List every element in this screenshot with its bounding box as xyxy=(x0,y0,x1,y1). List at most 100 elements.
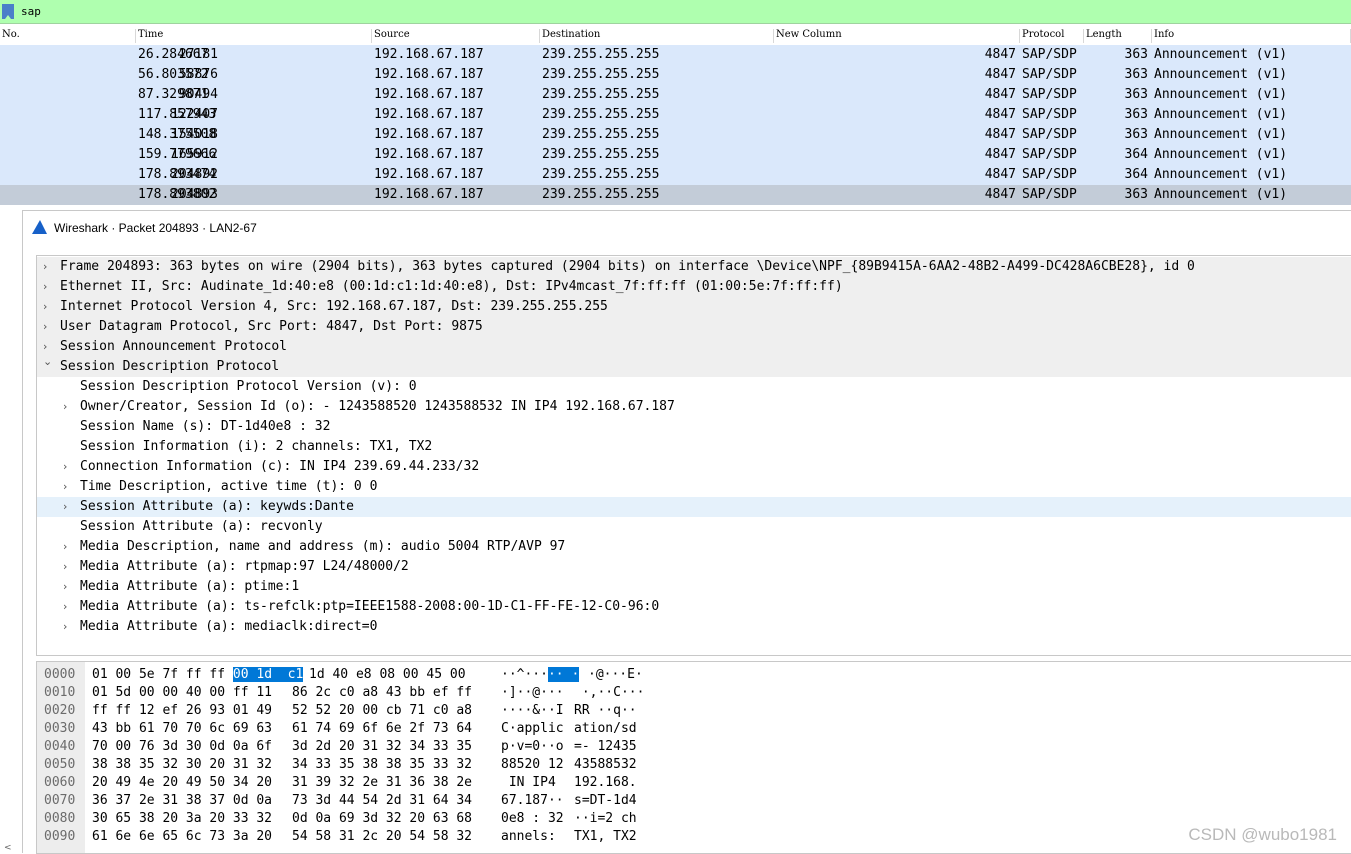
ascii-right[interactable]: 192.168. xyxy=(574,775,637,790)
hex-bytes-left[interactable]: 36 37 2e 31 38 37 0d 0a xyxy=(92,793,272,808)
chevron-down-icon[interactable]: ⌄ xyxy=(43,355,52,368)
packet-details-tree[interactable]: › Frame 204893: 363 bytes on wire (2904 b… xyxy=(36,255,1351,656)
hex-bytes-right[interactable]: 54 58 31 2c 20 54 58 32 xyxy=(292,829,472,844)
ascii-right[interactable]: ·@···E· xyxy=(588,667,643,682)
packet-row[interactable]: 122407 117.857943 192.168.67.187 239.255.25… xyxy=(0,105,1351,125)
tree-item[interactable]: › Media Attribute (a): rtpmap:97 L24/4800… xyxy=(37,557,1351,577)
ascii-left[interactable]: ··^····· · xyxy=(501,667,580,682)
hex-bytes[interactable]: 01 5d 00 00 40 00 ff 11 xyxy=(92,685,272,700)
hex-bytes-right[interactable]: 34 33 35 38 38 35 33 32 xyxy=(292,757,472,772)
chevron-right-icon[interactable]: › xyxy=(63,580,67,593)
chevron-right-icon[interactable]: › xyxy=(63,560,67,573)
hex-bytes[interactable]: 30 65 38 20 3a 20 33 32 xyxy=(92,811,272,826)
ascii-text[interactable]: annels: xyxy=(501,829,564,844)
chevron-right-icon[interactable]: › xyxy=(63,540,67,553)
chevron-right-icon[interactable]: › xyxy=(43,340,47,353)
bookmark-icon[interactable] xyxy=(2,4,14,19)
hex-bytes-left[interactable]: 30 65 38 20 3a 20 33 32 xyxy=(92,811,272,826)
hex-bytes-right[interactable]: 61 74 69 6f 6e 2f 73 64 xyxy=(292,721,472,736)
tree-item[interactable]: › Media Attribute (a): mediaclk:direct=0 xyxy=(37,617,1351,637)
ascii-right[interactable]: 43588532 xyxy=(574,757,637,772)
chevron-right-icon[interactable]: › xyxy=(63,600,67,613)
hex-bytes[interactable]: ff ff 12 ef 26 93 01 49 xyxy=(92,703,272,718)
ascii-text[interactable]: 0e8 : 32 xyxy=(501,811,564,826)
column-header[interactable]: Source xyxy=(372,29,540,43)
tree-item[interactable]: › Time Description, active time (t): 0 0 xyxy=(37,477,1351,497)
hex-bytes[interactable]: 36 37 2e 31 38 37 0d 0a xyxy=(92,793,272,808)
hex-bytes-right[interactable]: 3d 2d 20 31 32 34 33 35 xyxy=(292,739,472,754)
hex-bytes-left[interactable]: 20 49 4e 20 49 50 34 20 xyxy=(92,775,272,790)
ascii-right[interactable]: ·,··C··· xyxy=(574,685,645,700)
chevron-right-icon[interactable]: › xyxy=(63,460,67,473)
tree-item[interactable]: › Owner/Creator, Session Id (o): - 124358… xyxy=(37,397,1351,417)
hex-bytes[interactable]: 38 38 35 32 30 20 31 32 xyxy=(92,757,272,772)
hex-bytes[interactable]: 43 bb 61 70 70 6c 69 63 xyxy=(92,721,272,736)
hex-bytes-right[interactable]: 31 39 32 2e 31 36 38 2e xyxy=(292,775,472,790)
column-header[interactable]: Length xyxy=(1084,29,1152,43)
tree-item[interactable]: › Connection Information (c): IN IP4 239.… xyxy=(37,457,1351,477)
tree-item[interactable]: › Media Description, name and address (m)… xyxy=(37,537,1351,557)
ascii-text[interactable]: 67.187·· xyxy=(501,793,564,808)
filter-input[interactable]: sap xyxy=(21,5,41,18)
ascii-right[interactable]: TX1, TX2 xyxy=(574,829,637,844)
tree-item[interactable]: › User Datagram Protocol, Src Port: 4847,… xyxy=(37,317,1351,337)
tree-item[interactable]: Session Attribute (a): recvonly xyxy=(37,517,1351,537)
hex-bytes-right[interactable]: 73 3d 44 54 2d 31 64 34 xyxy=(292,793,472,808)
hex-bytes-left[interactable]: 61 6e 6e 65 6c 73 3a 20 xyxy=(92,829,272,844)
ascii-text[interactable]: p·v=0··o xyxy=(501,739,564,754)
hex-bytes-left[interactable]: 38 38 35 32 30 20 31 32 xyxy=(92,757,272,772)
chevron-right-icon[interactable]: › xyxy=(43,300,47,313)
packet-row[interactable]: 27181 26.284667 192.168.67.187 239.255.255.… xyxy=(0,45,1351,65)
packet-list[interactable]: 27181 26.284667 192.168.67.187 239.255.255.… xyxy=(0,45,1351,207)
ascii-text[interactable]: ····&··I xyxy=(501,703,564,718)
hex-bytes-left[interactable]: 70 00 76 3d 30 0d 0a 6f xyxy=(92,739,272,754)
packet-row[interactable]: 165912 159.779666 192.168.67.187 239.255.25… xyxy=(0,145,1351,165)
packet-row[interactable]: 204893 178.893802 192.168.67.187 239.255.25… xyxy=(0,185,1351,205)
ascii-text[interactable]: IN IP4 xyxy=(501,775,564,790)
tree-item[interactable]: ⌄ Session Description Protocol xyxy=(37,355,1351,377)
ascii-text[interactable]: 88520 12 xyxy=(501,757,564,772)
tree-item[interactable]: › Session Attribute (a): keywds:Dante xyxy=(37,497,1351,517)
tree-item[interactable]: Session Information (i): 2 channels: TX1… xyxy=(37,437,1351,457)
packet-bytes-pane[interactable]: 0000 01 00 5e 7f ff ff 00 1d c1 1d 40 e8 0… xyxy=(36,661,1351,854)
column-header[interactable]: No. xyxy=(0,29,136,43)
ascii-left[interactable]: 0e8 : 32 xyxy=(501,811,564,826)
hex-bytes-right[interactable]: 1d 40 e8 08 00 45 00 xyxy=(309,667,466,682)
ascii-right[interactable]: ··i=2 ch xyxy=(574,811,637,826)
ascii-right[interactable]: RR ··q·· xyxy=(574,703,637,718)
ascii-left[interactable]: IN IP4 xyxy=(501,775,564,790)
hex-bytes[interactable]: 01 00 5e 7f ff ff xyxy=(92,667,233,682)
column-header[interactable]: Protocol xyxy=(1020,29,1084,43)
hex-bytes-left[interactable]: 01 00 5e 7f ff ff 00 1d c1 xyxy=(92,667,304,682)
column-header[interactable]: Info xyxy=(1152,29,1351,43)
tree-item[interactable]: › Internet Protocol Version 4, Src: 192.1… xyxy=(37,297,1351,317)
selected-ascii[interactable]: ·· · xyxy=(547,667,580,682)
ascii-right[interactable]: s=DT-1d4 xyxy=(574,793,637,808)
tree-item[interactable]: › Media Attribute (a): ts-refclk:ptp=IEEE… xyxy=(37,597,1351,617)
packet-row[interactable]: 90494 87.329871 192.168.67.187 239.255.255.… xyxy=(0,85,1351,105)
tree-item[interactable]: › Session Announcement Protocol xyxy=(37,337,1351,357)
scroll-left-arrow-icon[interactable]: < xyxy=(4,843,12,853)
chevron-right-icon[interactable]: › xyxy=(63,620,67,633)
hex-bytes-right[interactable]: 86 2c c0 a8 43 bb ef ff xyxy=(292,685,472,700)
ascii-left[interactable]: p·v=0··o xyxy=(501,739,564,754)
display-filter-bar[interactable]: sap xyxy=(0,0,1351,24)
ascii-text[interactable]: ·]··@··· xyxy=(501,685,564,700)
tree-item[interactable]: › Frame 204893: 363 bytes on wire (2904 b… xyxy=(37,257,1351,277)
chevron-right-icon[interactable]: › xyxy=(63,400,67,413)
hex-bytes-left[interactable]: 43 bb 61 70 70 6c 69 63 xyxy=(92,721,272,736)
packet-row[interactable]: 154018 148.375508 192.168.67.187 239.255.25… xyxy=(0,125,1351,145)
hex-bytes-left[interactable]: 01 5d 00 00 40 00 ff 11 xyxy=(92,685,272,700)
ascii-text[interactable]: ··^··· xyxy=(501,667,548,682)
tree-item[interactable]: Session Description Protocol Version (v)… xyxy=(37,377,1351,397)
column-header[interactable]: Time xyxy=(136,29,372,43)
chevron-right-icon[interactable]: › xyxy=(43,320,47,333)
hex-bytes-right[interactable]: 0d 0a 69 3d 32 20 63 68 xyxy=(292,811,472,826)
ascii-right[interactable]: ation/sd xyxy=(574,721,637,736)
chevron-right-icon[interactable]: › xyxy=(63,500,67,513)
ascii-right[interactable]: =- 12435 xyxy=(574,739,637,754)
ascii-left[interactable]: ····&··I xyxy=(501,703,564,718)
ascii-left[interactable]: C·applic xyxy=(501,721,564,736)
chevron-right-icon[interactable]: › xyxy=(43,260,47,273)
column-header[interactable]: New Column xyxy=(774,29,1020,43)
